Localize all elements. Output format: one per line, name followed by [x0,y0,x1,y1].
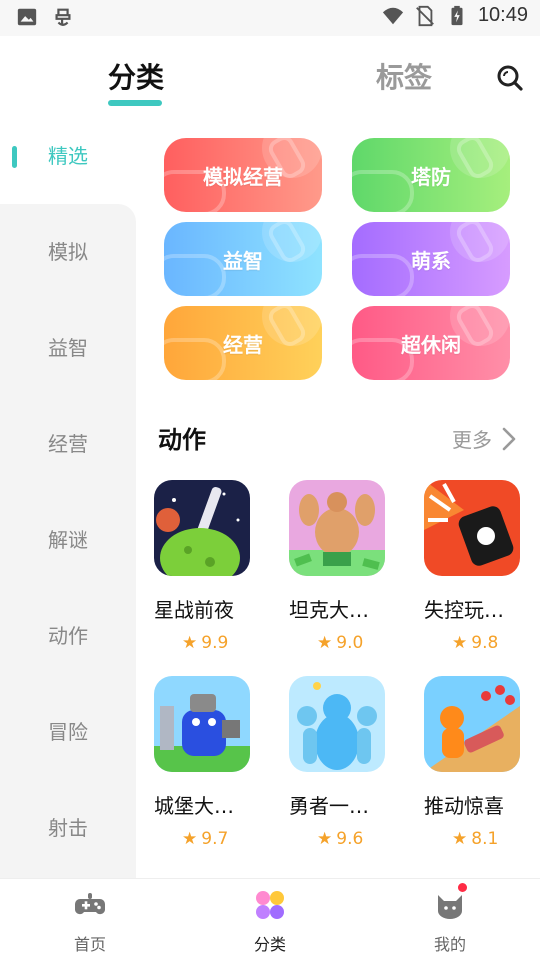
category-chip-tower-defense[interactable]: 塔防 [352,138,510,212]
nav-label: 我的 [433,935,466,954]
game-card[interactable]: 坦克大… ★ 9.0 [289,480,399,653]
nav-label: 分类 [253,935,286,954]
category-chip-label: 塔防 [411,164,451,189]
rating-value: 9.6 [336,829,364,849]
side-item-puzzle[interactable]: 益智 [0,328,136,368]
category-grid-icon [256,891,284,919]
status-time: 10:49 [477,4,528,26]
more-label: 更多 [452,428,492,452]
game-card[interactable]: 城堡大… ★ 9.7 [154,676,264,849]
top-header: 分类 标签 [0,36,540,120]
image-icon [17,8,37,26]
game-name: 城堡大… [154,794,234,818]
no-sim-icon [416,5,434,26]
side-item-riddle[interactable]: 解谜 [0,520,136,560]
bottom-nav: 首页 分类 我的 [0,878,540,960]
star-icon: ★ [452,633,468,653]
game-name: 推动惊喜 [424,794,504,818]
game-icon-bomb [424,480,520,576]
nav-item-profile[interactable]: 我的 [390,879,510,960]
game-rating: ★ 9.7 [154,829,264,849]
bug-icon [55,8,71,26]
section-title: 动作 [158,426,206,454]
star-icon: ★ [317,829,333,849]
star-icon: ★ [317,633,333,653]
search-icon[interactable] [496,64,524,92]
game-name: 失控玩… [424,598,504,622]
rating-value: 9.8 [471,633,499,653]
side-item-management[interactable]: 经营 [0,424,136,464]
category-chip-label: 模拟经营 [203,164,283,189]
game-card[interactable]: 勇者一… ★ 9.6 [289,676,399,849]
star-icon: ★ [182,829,198,849]
game-name: 勇者一… [289,794,369,818]
cat-profile-icon [438,895,462,919]
status-bar: 10:49 [0,0,540,36]
game-rating: ★ 8.1 [424,829,534,849]
tab-tags[interactable]: 标签 [376,56,432,96]
game-rating: ★ 9.6 [289,829,399,849]
category-chip-puzzle[interactable]: 益智 [164,222,322,296]
more-link[interactable]: 更多 [452,424,516,453]
side-item-action[interactable]: 动作 [0,616,136,656]
category-chip-label: 益智 [223,248,263,273]
game-rating: ★ 9.9 [154,633,264,653]
nav-item-home[interactable]: 首页 [30,879,150,960]
game-card[interactable]: 失控玩… ★ 9.8 [424,480,534,653]
rating-value: 9.0 [336,633,364,653]
category-chip-cute[interactable]: 萌系 [352,222,510,296]
category-chip-hyper-casual[interactable]: 超休闲 [352,306,510,380]
side-item-shooting[interactable]: 射击 [0,808,136,848]
game-card[interactable]: 推动惊喜 ★ 8.1 [424,676,534,849]
notification-badge [458,883,467,892]
game-icon-space [154,480,250,576]
chevron-right-icon [502,427,516,450]
game-name: 坦克大… [289,598,369,622]
game-card[interactable]: 星战前夜 ★ 9.9 [154,480,264,653]
category-chip-label: 超休闲 [401,332,461,357]
category-chip-management[interactable]: 经营 [164,306,322,380]
category-chip-label: 萌系 [411,248,451,273]
category-chip-label: 经营 [223,332,263,357]
side-item-simulation[interactable]: 模拟 [0,232,136,272]
rating-value: 9.9 [201,633,229,653]
active-tab-indicator [108,100,162,106]
tab-classify[interactable]: 分类 [108,56,164,96]
nav-item-category[interactable]: 分类 [210,879,330,960]
game-icon-push [424,676,520,772]
game-rating: ★ 9.8 [424,633,534,653]
category-chip-sim-management[interactable]: 模拟经营 [164,138,322,212]
side-item-adventure[interactable]: 冒险 [0,712,136,752]
game-icon-muscle [289,480,385,576]
rating-value: 9.7 [201,829,229,849]
game-icon-castle [154,676,250,772]
game-rating: ★ 9.0 [289,633,399,653]
nav-label: 首页 [73,935,106,954]
star-icon: ★ [452,829,468,849]
gamepad-icon [75,893,105,915]
wifi-icon [382,7,404,24]
game-icon-hero [289,676,385,772]
side-item-featured[interactable]: 精选 [0,136,136,176]
rating-value: 8.1 [471,829,499,849]
game-name: 星战前夜 [154,598,234,622]
battery-icon [451,5,463,25]
star-icon: ★ [182,633,198,653]
category-side-menu: 精选 模拟 益智 经营 解谜 动作 冒险 射击 [0,120,136,878]
